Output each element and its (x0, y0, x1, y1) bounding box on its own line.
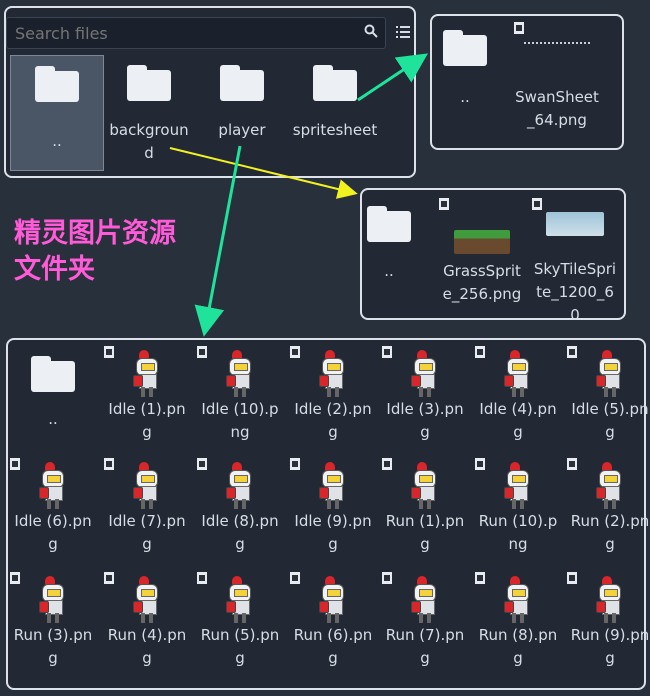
arrow-to-player (194, 145, 242, 337)
annotation-arrows (169, 53, 428, 337)
arrow-to-background (169, 147, 358, 199)
arrow-to-spritesheet (357, 53, 428, 102)
